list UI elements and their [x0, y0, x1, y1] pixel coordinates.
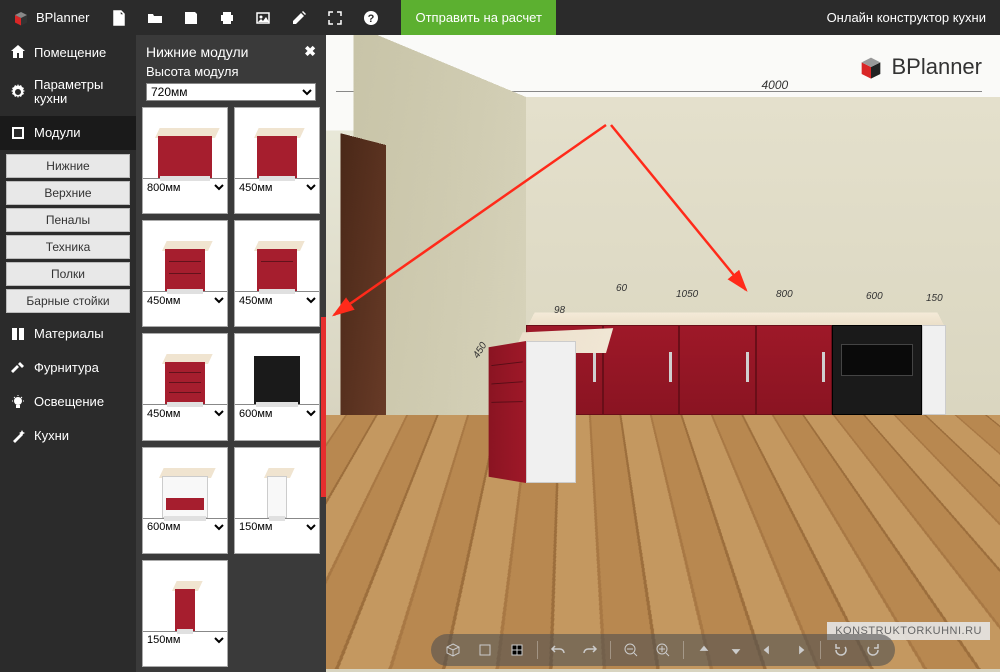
subitem-bar[interactable]: Барные стойки — [6, 289, 130, 313]
zoom-out-button[interactable] — [619, 638, 643, 662]
image-button[interactable] — [245, 0, 281, 35]
module-card[interactable]: 800мм — [142, 107, 228, 214]
save-button[interactable] — [173, 0, 209, 35]
new-file-button[interactable] — [101, 0, 137, 35]
view-top-button[interactable] — [505, 638, 529, 662]
edit-button[interactable] — [281, 0, 317, 35]
home-icon — [10, 44, 26, 60]
module-card[interactable]: 150мм — [234, 447, 320, 554]
materials-icon — [10, 326, 26, 342]
pencil-icon — [291, 10, 307, 26]
panel-close-button[interactable]: ✖ — [304, 43, 316, 60]
rotate-left-icon — [833, 642, 849, 658]
arrow-down-icon — [729, 643, 743, 657]
cube-icon — [445, 642, 461, 658]
pan-up-button[interactable] — [692, 638, 716, 662]
expand-icon — [327, 10, 343, 26]
module-card[interactable]: 600мм — [234, 333, 320, 440]
subitem-shelves[interactable]: Полки — [6, 262, 130, 286]
sidebar-item-fittings[interactable]: Фурнитура — [0, 351, 136, 385]
sidebar: Помещение Параметры кухни Модули Нижние … — [0, 35, 136, 672]
redo-icon — [582, 642, 598, 658]
module-card[interactable]: 450мм — [234, 107, 320, 214]
sidebar-item-modules[interactable]: Модули — [0, 116, 136, 150]
zoom-in-button[interactable] — [651, 638, 675, 662]
open-button[interactable] — [137, 0, 173, 35]
image-icon — [255, 10, 271, 26]
app-logo: BPlanner — [0, 0, 101, 35]
bulb-icon — [10, 394, 26, 410]
module-card[interactable]: 450мм — [142, 220, 228, 327]
kitchen-assembly[interactable]: 1050 800 600 150 60 98 450 — [446, 275, 926, 495]
module-card[interactable]: 150мм — [142, 560, 228, 667]
view-3d-button[interactable] — [441, 638, 465, 662]
undo-icon — [550, 642, 566, 658]
module-card[interactable]: 600мм — [142, 447, 228, 554]
help-icon: ? — [363, 10, 379, 26]
subitem-tall[interactable]: Пеналы — [6, 208, 130, 232]
arrow-left-icon — [761, 643, 775, 657]
module-card[interactable]: 450мм — [142, 333, 228, 440]
undo-button[interactable] — [546, 638, 570, 662]
rotate-left-button[interactable] — [829, 638, 853, 662]
tagline: Онлайн конструктор кухни — [827, 10, 1000, 25]
module-icon — [10, 125, 26, 141]
sidebar-item-room[interactable]: Помещение — [0, 35, 136, 69]
hammer-icon — [10, 360, 26, 376]
wand-icon — [10, 428, 26, 444]
grid-icon — [509, 642, 525, 658]
arrow-right-icon — [793, 643, 807, 657]
file-icon — [111, 10, 127, 26]
zoom-in-icon — [655, 642, 671, 658]
sidebar-item-materials[interactable]: Материалы — [0, 317, 136, 351]
height-select[interactable]: 720мм — [146, 83, 316, 101]
print-button[interactable] — [209, 0, 245, 35]
rotate-right-button[interactable] — [861, 638, 885, 662]
help-button[interactable]: ? — [353, 0, 389, 35]
pan-right-button[interactable] — [788, 638, 812, 662]
zoom-out-icon — [623, 642, 639, 658]
panel-title: Нижние модули — [146, 44, 248, 60]
topbar-tools: ? — [101, 0, 389, 35]
send-quote-button[interactable]: Отправить на расчет — [401, 0, 555, 35]
svg-text:?: ? — [368, 13, 375, 25]
topbar: BPlanner ? Отправить на расчет Онлайн ко… — [0, 0, 1000, 35]
square-icon — [477, 642, 493, 658]
module-panel: Нижние модули ✖ Высота модуля 720мм 800м… — [136, 35, 326, 672]
save-icon — [183, 10, 199, 26]
sidebar-item-params[interactable]: Параметры кухни — [0, 69, 136, 116]
rotate-right-icon — [865, 642, 881, 658]
gear-icon — [10, 84, 26, 100]
sidebar-module-subgroup: Нижние Верхние Пеналы Техника Полки Барн… — [0, 150, 136, 317]
sidebar-item-lighting[interactable]: Освещение — [0, 385, 136, 419]
viewport-toolbar — [431, 634, 895, 666]
viewport-3d[interactable]: BPlanner 3200 4000 — [326, 35, 1000, 672]
height-label: Высота модуля — [136, 64, 326, 83]
module-card[interactable]: 450мм — [234, 220, 320, 327]
sidebar-item-kitchens[interactable]: Кухни — [0, 419, 136, 453]
view-front-button[interactable] — [473, 638, 497, 662]
redo-button[interactable] — [578, 638, 602, 662]
bplanner-logo-icon — [857, 53, 885, 81]
pan-down-button[interactable] — [724, 638, 748, 662]
subitem-lower[interactable]: Нижние — [6, 154, 130, 178]
pan-left-button[interactable] — [756, 638, 780, 662]
arrow-up-icon — [697, 643, 711, 657]
viewport-logo: BPlanner — [857, 53, 982, 81]
fullscreen-button[interactable] — [317, 0, 353, 35]
oven-unit — [832, 325, 922, 415]
folder-open-icon — [147, 10, 163, 26]
subitem-appliances[interactable]: Техника — [6, 235, 130, 259]
module-grid[interactable]: 800мм 450мм 450мм 450мм 450мм 600мм 600м… — [136, 107, 326, 667]
print-icon — [219, 10, 235, 26]
bplanner-logo-icon — [12, 9, 30, 27]
app-name: BPlanner — [36, 10, 89, 25]
subitem-upper[interactable]: Верхние — [6, 181, 130, 205]
